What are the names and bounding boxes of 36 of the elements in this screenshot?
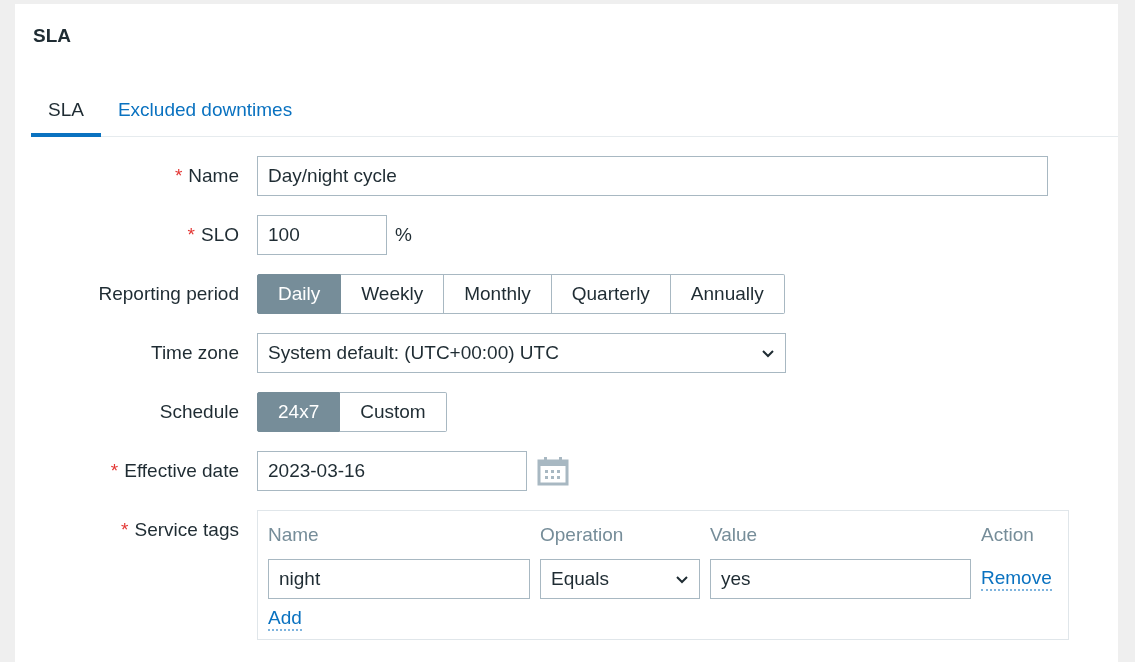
field-label: Schedule [159, 400, 239, 424]
name-field[interactable]: Day/night cycle [257, 156, 1048, 196]
timezone-select[interactable]: System default: (UTC+00:00) UTC [257, 333, 786, 373]
unit-label: % [395, 224, 412, 246]
field-label: Effective date [124, 459, 239, 483]
date-field[interactable]: 2023-03-16 [257, 451, 527, 491]
segment-button[interactable]: Annually [670, 274, 785, 314]
add-link[interactable]: Add [268, 607, 302, 631]
chevron-down-icon [675, 574, 689, 584]
tag-value-field[interactable]: yes [710, 559, 971, 599]
tag-name-field[interactable]: night [268, 559, 530, 599]
segment-button[interactable]: Weekly [341, 274, 445, 314]
field-label: Name [188, 164, 239, 188]
required-mark: * [110, 459, 119, 483]
remove-link[interactable]: Remove [981, 567, 1052, 591]
chevron-down-icon [761, 348, 775, 358]
slo-field[interactable]: 100 [257, 215, 387, 255]
column-header: Action [981, 523, 1035, 547]
column-header: Value [710, 523, 759, 547]
field-label: Reporting period [98, 282, 239, 306]
operation-select[interactable]: Equals [540, 559, 700, 599]
column-header: Name [268, 523, 320, 547]
segment-button[interactable]: Custom [340, 392, 447, 432]
required-mark: * [174, 164, 183, 188]
tab[interactable]: Excluded downtimes [100, 89, 310, 137]
tab[interactable]: SLA [31, 89, 101, 137]
column-header: Operation [540, 523, 625, 547]
required-mark: * [187, 223, 195, 247]
calendar-icon[interactable] [537, 456, 569, 486]
segment-button[interactable]: Quarterly [551, 274, 671, 314]
field-label: Time zone [151, 341, 239, 365]
field-label: Service tags [134, 518, 239, 542]
segment-button[interactable]: Monthly [444, 274, 552, 314]
required-mark: * [121, 518, 129, 542]
field-label: SLO [200, 223, 239, 247]
page-title: SLA [33, 24, 72, 48]
